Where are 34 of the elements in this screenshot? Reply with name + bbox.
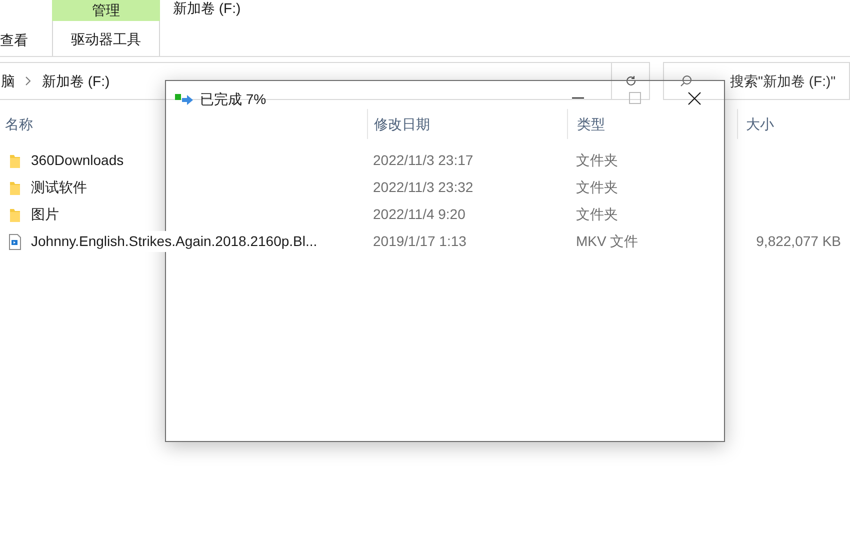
modified-date: 2022/11/4 9:20	[373, 206, 466, 222]
search-icon	[680, 75, 692, 87]
minimize-icon	[572, 97, 584, 99]
refresh-button[interactable]	[612, 62, 650, 100]
maximize-icon	[629, 92, 641, 104]
ribbon-tab[interactable]: 驱动器工具	[52, 21, 160, 56]
file-type: 文件夹	[576, 206, 618, 222]
file-type: MKV 文件	[576, 232, 638, 248]
chevron-right-icon	[25, 76, 31, 86]
modified-date: 2022/11/3 23:17	[373, 152, 474, 168]
file-name[interactable]: Johnny.English.Strikes.Again.2018.2160p.Bl...	[31, 231, 318, 252]
breadcrumb-item[interactable]: 脑	[1, 70, 15, 92]
video-file-icon	[9, 234, 21, 250]
window-title: 新加卷 (F:)	[173, 0, 241, 18]
modified-date: 2022/11/3 23:32	[373, 178, 474, 194]
ribbon-tab[interactable]: 查看	[0, 30, 52, 50]
column-header[interactable]: 名称	[5, 114, 33, 134]
column-header[interactable]: 类型	[577, 114, 605, 134]
context-tab-group: 管理	[52, 0, 160, 21]
copy-progress-icon	[175, 93, 195, 105]
file-type: 文件夹	[576, 152, 618, 168]
folder-icon	[9, 180, 21, 196]
column-header[interactable]: 大小	[746, 114, 774, 134]
folder-icon	[9, 152, 21, 168]
modified-date: 2019/1/17 1:13	[373, 232, 466, 248]
refresh-icon	[624, 75, 636, 87]
close-icon	[688, 92, 700, 104]
folder-icon	[9, 206, 21, 222]
breadcrumb-item[interactable]: 新加卷 (F:)	[42, 70, 110, 92]
column-header[interactable]: 修改日期	[374, 114, 430, 134]
file-size: 9,822,077 KB	[756, 232, 841, 248]
search-field[interactable]: 搜索"新加卷 (F:)"	[663, 62, 850, 100]
file-type: 文件夹	[576, 178, 618, 194]
search-placeholder: 搜索"新加卷 (F:)"	[730, 72, 836, 91]
